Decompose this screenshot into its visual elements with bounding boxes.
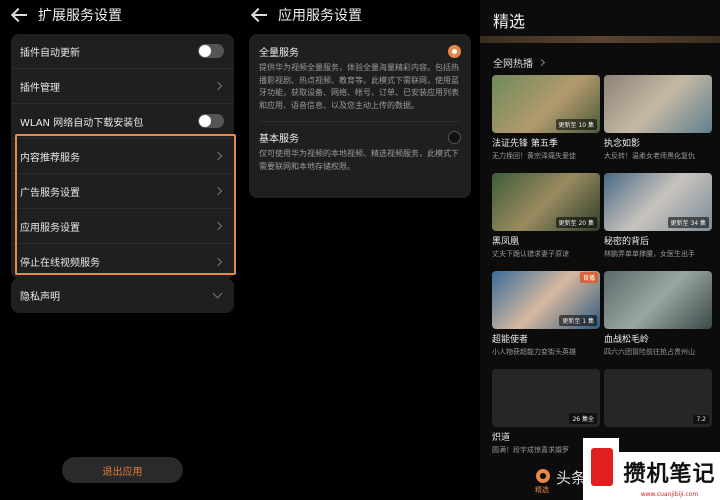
section-header[interactable]: 全网热播 [493,55,547,70]
episode-badge: 更新至 1 集 [559,315,597,326]
divider [259,121,461,122]
option-label: 基本服务 [259,134,299,145]
video-tile[interactable]: 更新至 34 集 秘密的背后 林鹏弄单单撑腰，女医生出手 [604,173,712,259]
service-mode-card: 全量服务 提供华为视频全量服务，体验全量海量精彩内容。包括热播影视剧、热点视频、… [249,34,471,198]
panel2-header: 应用服务设置 [240,0,480,30]
toggle-switch[interactable] [198,44,224,58]
video-tile[interactable]: 7.2 [604,369,712,430]
setting-label: WLAN 网络自动下载安装包 [20,117,144,129]
video-thumbnail [604,271,712,329]
video-title: 法证先锋 第五季 [492,139,558,149]
back-arrow-icon[interactable] [12,7,28,23]
chevron-right-icon [213,151,223,161]
setting-plugin-auto-update[interactable]: 插件自动更新 [11,34,234,69]
chevron-right-icon [537,58,546,67]
chevron-right-icon [213,221,223,231]
setting-plugin-management[interactable]: 插件管理 [11,69,234,104]
video-desc: 林鹏弄单单撑腰，女医生出手 [604,250,695,258]
chevron-right-icon [213,186,223,196]
episode-badge: 更新至 34 集 [667,217,709,228]
setting-label: 内容推荐服务 [20,152,80,164]
chevron-right-icon [213,81,223,91]
video-title: 超能使者 [492,335,529,345]
tab-headlines[interactable]: 头条 [556,467,586,488]
watermark-url: www.cuanjibiji.com [619,490,720,500]
video-desc: 四六六团冒险前往抢占贵州山 [604,348,695,356]
radio-unselected-icon[interactable] [448,131,461,144]
episode-badge: 更新至 10 集 [555,119,597,130]
setting-stop-online-video[interactable]: 停止在线视频服务 [11,244,234,279]
video-thumbnail: 7.2 [604,369,712,427]
watermark-logo-icon [583,438,619,500]
panel1-header: 扩展服务设置 [0,0,240,30]
extension-settings-panel: 扩展服务设置 插件自动更新 插件管理 WLAN 网络自动下载安装包 内容推荐服务… [0,0,240,500]
video-title: 执念如影 [604,139,641,149]
video-thumbnail: 更新至 20 集 [492,173,600,231]
setting-label: 隐私声明 [20,292,60,303]
featured-panel: 精选 全网热播 更新至 10 集 法证先锋 第五季 无力挽回！黄宗泽痛失爱徒 执… [480,0,720,500]
setting-ad-service[interactable]: 广告服务设置 [11,174,234,209]
option-full-service[interactable]: 全量服务 [259,44,461,59]
setting-label: 插件管理 [20,82,60,94]
featured-tab-icon[interactable] [536,469,550,483]
option-label: 全量服务 [259,48,299,59]
option-description: 提供华为视频全量服务，体验全量海量精彩内容。包括热播影视剧、热点视频、教育等。此… [259,63,459,110]
video-thumbnail [604,75,712,133]
video-desc: 丈夫下跪认错求妻子原谅 [492,250,569,258]
option-description: 仅可使用华为视频的本地视频、精选视频服务，此模式下需要联网和本地存储权限。 [259,149,459,171]
setting-label: 广告服务设置 [20,187,80,199]
video-tile[interactable]: 更新至 20 集 黑凤凰 丈夫下跪认错求妻子原谅 [492,173,600,259]
video-desc: 大反转！温柔女老师黑化复仇 [604,152,695,160]
setting-label: 应用服务设置 [20,222,80,234]
episode-badge: 26 集全 [569,413,597,424]
rating-badge: 7.2 [693,415,709,424]
option-basic-service[interactable]: 基本服务 [259,130,461,145]
page-title: 应用服务设置 [278,8,362,24]
video-thumbnail: 更新至 34 集 [604,173,712,231]
video-thumbnail: 26 集全 [492,369,600,427]
banner-strip[interactable] [480,36,720,43]
chevron-right-icon [213,257,223,266]
back-arrow-icon[interactable] [252,7,268,23]
setting-app-service[interactable]: 应用服务设置 [11,209,234,244]
video-tile[interactable]: 首播 更新至 1 集 超能使者 小人物获超能力变街头英雄 [492,271,600,357]
toggle-switch[interactable] [198,114,224,128]
video-tile[interactable]: 血战松毛岭 四六六团冒险前往抢占贵州山 [604,271,712,357]
video-tile[interactable]: 更新至 10 集 法证先锋 第五季 无力挽回！黄宗泽痛失爱徒 [492,75,600,161]
setting-label: 插件自动更新 [20,47,80,59]
setting-wlan-auto-download[interactable]: WLAN 网络自动下载安装包 [11,104,234,139]
video-title: 血战松毛岭 [604,335,650,345]
watermark-text: 攒机笔记 [619,452,720,492]
page-title: 扩展服务设置 [38,8,122,24]
setting-label: 停止在线视频服务 [20,258,100,269]
exit-app-button[interactable]: 退出应用 [62,457,183,483]
video-thumbnail: 首播 更新至 1 集 [492,271,600,329]
video-title: 黑凤凰 [492,237,520,247]
premiere-badge: 首播 [579,272,598,283]
tab-featured-label[interactable]: 精选 [535,485,549,495]
episode-badge: 更新至 20 集 [555,217,597,228]
video-title: 秘密的背后 [604,237,650,247]
radio-selected-icon[interactable] [448,45,461,58]
section-title: 全网热播 [493,59,533,70]
page-title: 精选 [493,12,526,31]
video-thumbnail: 更新至 10 集 [492,75,600,133]
video-desc: 无力挽回！黄宗泽痛失爱徒 [492,152,576,160]
settings-card: 插件自动更新 插件管理 WLAN 网络自动下载安装包 内容推荐服务 广告服务设置… [11,34,234,279]
video-tile[interactable]: 执念如影 大反转！温柔女老师黑化复仇 [604,75,712,161]
privacy-card: 隐私声明 [11,278,234,313]
video-desc: 小人物获超能力变街头英雄 [492,348,576,356]
setting-content-recommend[interactable]: 内容推荐服务 [11,139,234,174]
chevron-down-icon [212,288,223,299]
setting-privacy-statement[interactable]: 隐私声明 [11,278,234,313]
